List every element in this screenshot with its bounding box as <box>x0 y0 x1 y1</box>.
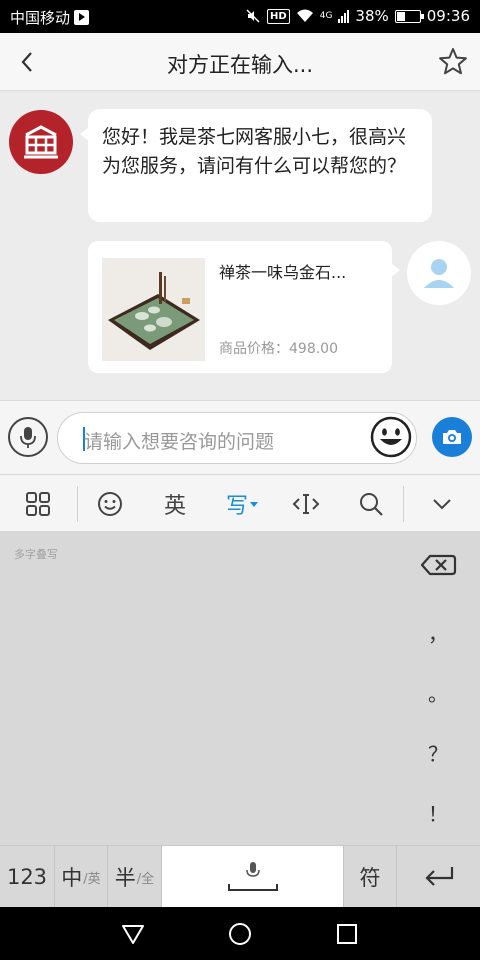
ime-collapse-button[interactable] <box>418 475 466 533</box>
ime-write-button[interactable]: 写 <box>216 475 268 533</box>
notification-icon <box>74 10 90 25</box>
agent-message-bubble[interactable]: 您好！我是茶七网客服小七，很高兴为您服务，请问有什么可以帮您的？ <box>80 109 432 222</box>
ime-toolbar: 英 写 <box>0 474 480 532</box>
microphone-icon <box>20 427 36 448</box>
backspace-icon <box>420 554 457 576</box>
network-tag: 4G <box>319 11 333 21</box>
ime-english-button[interactable]: 英 <box>151 475 199 533</box>
ime-search-button[interactable] <box>347 475 395 533</box>
emoji-button[interactable] <box>370 416 412 458</box>
punct-period-key[interactable]: 。 <box>418 678 458 707</box>
status-left: 中国移动 <box>10 7 90 28</box>
punct-comma-key[interactable]: ， <box>418 618 458 647</box>
square-recents-icon <box>337 924 357 944</box>
search-icon <box>360 493 383 516</box>
toolbar-divider <box>77 486 78 522</box>
clock: 09:36 <box>426 7 470 25</box>
smiley-icon <box>98 492 122 516</box>
toolbar-divider <box>403 486 404 522</box>
chinese-key-sub: /英 <box>83 871 101 887</box>
numbers-key[interactable]: 123 <box>0 846 55 908</box>
nav-home-button[interactable] <box>223 917 257 951</box>
user-avatar <box>407 241 471 305</box>
message-input[interactable]: 请输入想要咨询的问题 <box>57 412 417 464</box>
tea-logo-icon <box>24 125 58 159</box>
battery-icon <box>394 9 424 23</box>
wifi-icon <box>296 9 313 22</box>
page-title: 对方正在输入... <box>166 53 314 77</box>
cursor-move-icon <box>292 494 320 514</box>
signal-icon <box>338 9 350 23</box>
product-card[interactable]: 禅茶一味乌金石... 商品价格：498.00 <box>88 241 400 373</box>
battery-percent: 38% <box>355 7 389 25</box>
space-mic-icon <box>227 862 278 891</box>
half-key-main: 半 <box>114 866 136 890</box>
input-placeholder: 请输入想要咨询的问题 <box>84 431 275 453</box>
hd-badge: HD <box>267 8 290 24</box>
ime-write-label: 写 <box>225 494 248 519</box>
camera-icon <box>443 430 461 444</box>
handwriting-hint: 多字叠写 <box>14 548 58 561</box>
agent-avatar <box>9 110 73 174</box>
system-nav-bar <box>0 907 480 960</box>
keyboard-bottom-row: 123 中/英 半/全 符 <box>0 845 480 908</box>
punct-exclaim-key[interactable]: ！ <box>418 798 458 827</box>
voice-button[interactable] <box>8 417 48 457</box>
carrier-name: 中国移动 <box>10 9 71 27</box>
person-icon <box>424 259 454 288</box>
chat-area[interactable]: 您好！我是茶七网客服小七，很高兴为您服务，请问有什么可以帮您的？ 禅茶一味乌金石… <box>0 91 480 400</box>
circle-home-icon <box>229 923 251 945</box>
ime-cursor-button[interactable] <box>282 475 330 533</box>
symbols-key[interactable]: 符 <box>343 846 397 908</box>
backspace-button[interactable] <box>416 550 460 580</box>
mute-icon <box>246 9 260 23</box>
tea-tray-image <box>102 258 205 361</box>
chinese-key-main: 中 <box>61 866 83 890</box>
grid-icon <box>26 492 50 516</box>
triangle-back-icon <box>122 925 144 944</box>
product-name: 禅茶一味乌金石... <box>219 263 347 282</box>
battery-fill <box>396 11 406 21</box>
chinese-english-key[interactable]: 中/英 <box>55 846 108 908</box>
price-label: 商品价格： <box>219 341 289 357</box>
handwriting-area[interactable]: 多字叠写 ， 。 ？ ！ <box>0 532 480 845</box>
half-key-sub: /全 <box>136 871 155 887</box>
agent-message-text: 您好！我是茶七网客服小七，很高兴为您服务，请问有什么可以帮您的？ <box>102 126 407 177</box>
input-bar: 请输入想要咨询的问题 <box>0 400 480 474</box>
nav-back-button[interactable] <box>116 917 150 951</box>
ime-emoji-button[interactable] <box>86 475 134 533</box>
favorite-button[interactable] <box>434 43 472 81</box>
smiley-icon <box>370 416 412 458</box>
price-value: 498.00 <box>289 341 338 357</box>
product-image <box>102 258 205 361</box>
enter-icon <box>424 867 453 886</box>
status-right: HD 4G 38% 09:36 <box>245 7 470 25</box>
status-bar: 中国移动 HD 4G 38% 09:36 <box>0 0 480 33</box>
chat-header: 对方正在输入... <box>0 33 480 91</box>
space-key[interactable] <box>162 846 343 908</box>
enter-key[interactable] <box>397 846 480 908</box>
punct-question-key[interactable]: ？ <box>418 738 458 767</box>
chevron-down-icon <box>433 499 451 510</box>
star-outline-icon <box>439 48 467 75</box>
nav-recents-button[interactable] <box>330 917 364 951</box>
half-full-width-key[interactable]: 半/全 <box>108 846 162 908</box>
product-price: 商品价格：498.00 <box>219 338 338 358</box>
camera-button[interactable] <box>432 417 472 457</box>
ime-menu-button[interactable] <box>14 475 62 533</box>
